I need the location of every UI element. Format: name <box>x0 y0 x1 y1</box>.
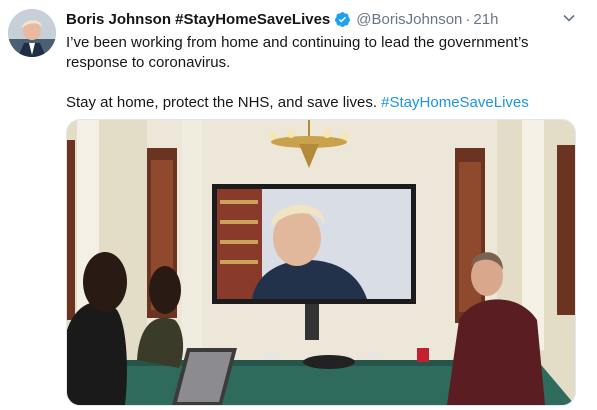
avatar[interactable] <box>8 9 56 57</box>
meeting-room-photo <box>67 120 575 405</box>
hashtag-link[interactable]: #StayHomeSaveLives <box>381 94 529 111</box>
avatar-image <box>8 9 56 57</box>
user-handle[interactable]: @BorisJohnson <box>356 11 462 28</box>
chevron-down-icon[interactable] <box>562 11 576 25</box>
tweet-photo[interactable] <box>66 119 576 406</box>
tweet-text-line: Stay at home, protect the NHS, and save … <box>66 93 586 113</box>
tweet-text-line: response to coronavirus. <box>66 54 231 71</box>
separator-dot: · <box>465 10 471 28</box>
display-name[interactable]: Boris Johnson #StayHomeSaveLives <box>66 11 330 28</box>
tweet-text: I’ve been working from home and continui… <box>66 33 586 113</box>
tweet-header: Boris Johnson #StayHomeSaveLives @BorisJ… <box>66 9 586 29</box>
tweet-text-line: I’ve been working from home and continui… <box>66 34 529 51</box>
tweet-text-fragment: Stay at home, protect the NHS, and save … <box>66 94 377 111</box>
timestamp[interactable]: 21h <box>473 11 498 28</box>
verified-badge-icon <box>335 11 351 27</box>
